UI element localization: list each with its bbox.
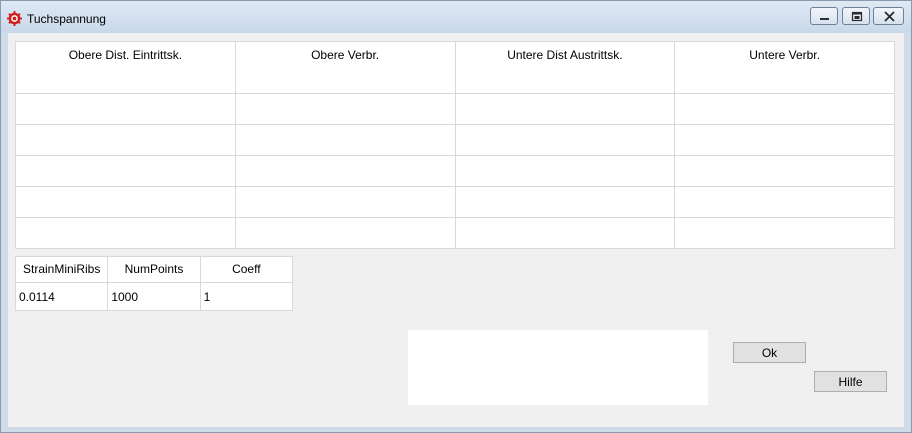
grid-cell[interactable] bbox=[454, 217, 676, 249]
column-header[interactable]: Untere Verbr. bbox=[674, 41, 895, 94]
minimize-icon bbox=[820, 18, 829, 20]
grid-cell[interactable] bbox=[15, 124, 236, 156]
grid-cell[interactable] bbox=[234, 155, 456, 187]
params-grid[interactable]: StrainMiniRibs NumPoints Coeff 0.0114 10… bbox=[14, 256, 294, 311]
dialog-client-area: Obere Dist. Eintrittsk. Obere Verbr. Unt… bbox=[8, 33, 904, 427]
grid-cell[interactable] bbox=[674, 186, 895, 218]
numpoints-cell[interactable]: 1000 bbox=[107, 282, 201, 311]
title-bar[interactable]: Tuchspannung bbox=[1, 1, 911, 33]
dialog-window: Tuchspannung Obere Dist. Eintrittsk. Obe… bbox=[0, 0, 912, 433]
column-header[interactable]: Obere Verbr. bbox=[234, 41, 456, 94]
grid-cell[interactable] bbox=[454, 186, 676, 218]
window-title: Tuchspannung bbox=[27, 12, 106, 26]
column-header-numpoints[interactable]: NumPoints bbox=[107, 256, 201, 283]
grid-cell[interactable] bbox=[234, 124, 456, 156]
table-row bbox=[15, 217, 895, 249]
grid-cell[interactable] bbox=[674, 155, 895, 187]
grid-cell[interactable] bbox=[454, 155, 676, 187]
restore-icon bbox=[851, 11, 863, 22]
grid-cell[interactable] bbox=[234, 217, 456, 249]
preview-panel bbox=[408, 330, 708, 405]
grid-cell[interactable] bbox=[234, 93, 456, 125]
help-button[interactable]: Hilfe bbox=[814, 371, 887, 392]
coeff-cell[interactable]: 1 bbox=[199, 282, 294, 311]
table-row bbox=[15, 124, 895, 156]
strainminiribs-cell[interactable]: 0.0114 bbox=[14, 282, 109, 311]
table-row bbox=[15, 155, 895, 187]
table-row bbox=[15, 93, 895, 125]
grid-cell[interactable] bbox=[454, 124, 676, 156]
table-row: 0.0114 1000 1 bbox=[14, 282, 294, 311]
gear-icon bbox=[7, 11, 22, 26]
column-header[interactable]: Obere Dist. Eintrittsk. bbox=[15, 41, 236, 94]
tension-grid[interactable]: Obere Dist. Eintrittsk. Obere Verbr. Unt… bbox=[15, 41, 895, 249]
grid-cell[interactable] bbox=[234, 186, 456, 218]
minimize-button[interactable] bbox=[810, 7, 838, 25]
close-icon bbox=[884, 11, 895, 22]
column-header[interactable]: Untere Dist Austrittsk. bbox=[454, 41, 676, 94]
table-row bbox=[15, 186, 895, 218]
grid-cell[interactable] bbox=[15, 93, 236, 125]
grid-cell[interactable] bbox=[454, 93, 676, 125]
grid-cell[interactable] bbox=[674, 217, 895, 249]
grid-cell[interactable] bbox=[15, 155, 236, 187]
grid-cell[interactable] bbox=[674, 93, 895, 125]
close-button[interactable] bbox=[873, 7, 904, 25]
grid-cell[interactable] bbox=[674, 124, 895, 156]
restore-button[interactable] bbox=[842, 7, 870, 25]
column-header-strainminiribs[interactable]: StrainMiniRibs bbox=[14, 256, 109, 283]
ok-button[interactable]: Ok bbox=[733, 342, 806, 363]
grid-cell[interactable] bbox=[15, 186, 236, 218]
grid-cell[interactable] bbox=[15, 217, 236, 249]
column-header-coeff[interactable]: Coeff bbox=[199, 256, 294, 283]
